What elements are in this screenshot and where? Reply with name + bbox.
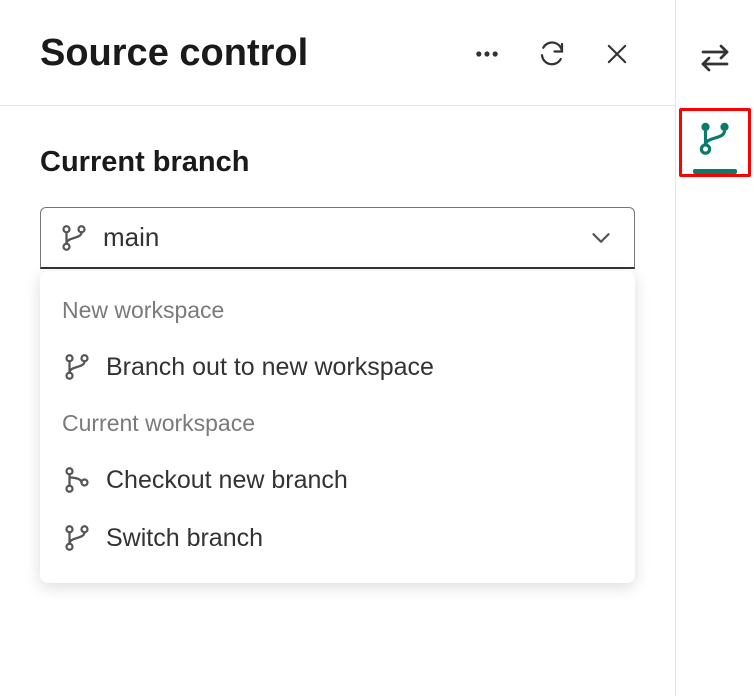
panel-title: Source control xyxy=(40,32,469,75)
branch-icon xyxy=(62,523,92,553)
refresh-icon xyxy=(537,39,567,69)
dropdown-item-branch-out[interactable]: Branch out to new workspace xyxy=(40,338,635,396)
chevron-down-icon xyxy=(586,223,616,253)
selected-branch-text: main xyxy=(103,222,572,253)
source-control-tab-highlight xyxy=(679,108,751,177)
sync-icon xyxy=(697,40,733,76)
active-tab-indicator xyxy=(693,169,737,174)
dropdown-item-label: Branch out to new workspace xyxy=(106,353,434,382)
dropdown-item-label: Switch branch xyxy=(106,524,263,553)
close-icon xyxy=(603,40,631,68)
close-button[interactable] xyxy=(599,36,635,72)
branch-icon xyxy=(62,352,92,382)
right-rail xyxy=(676,0,754,696)
branch-select[interactable]: main xyxy=(40,207,635,269)
more-icon xyxy=(473,40,501,68)
dropdown-item-switch[interactable]: Switch branch xyxy=(40,509,635,567)
dropdown-group-current-workspace: Current workspace xyxy=(40,396,635,451)
checkout-branch-icon xyxy=(62,465,92,495)
source-control-panel: Source control xyxy=(0,0,676,696)
branch-dropdown-menu: New workspace Branch out to new work xyxy=(40,271,635,583)
panel-content: Current branch main xyxy=(0,106,675,269)
header-actions xyxy=(469,35,635,73)
panel-header: Source control xyxy=(0,0,675,106)
git-branch-icon xyxy=(696,119,734,157)
branch-selector: main New workspace xyxy=(40,207,635,269)
refresh-button[interactable] xyxy=(533,35,571,73)
current-branch-label: Current branch xyxy=(40,146,635,179)
source-control-tab[interactable] xyxy=(692,115,738,161)
dropdown-group-new-workspace: New workspace xyxy=(40,283,635,338)
dropdown-item-label: Checkout new branch xyxy=(106,466,348,495)
dropdown-item-checkout[interactable]: Checkout new branch xyxy=(40,451,635,509)
sync-button[interactable] xyxy=(693,36,737,80)
branch-icon xyxy=(59,223,89,253)
more-button[interactable] xyxy=(469,36,505,72)
